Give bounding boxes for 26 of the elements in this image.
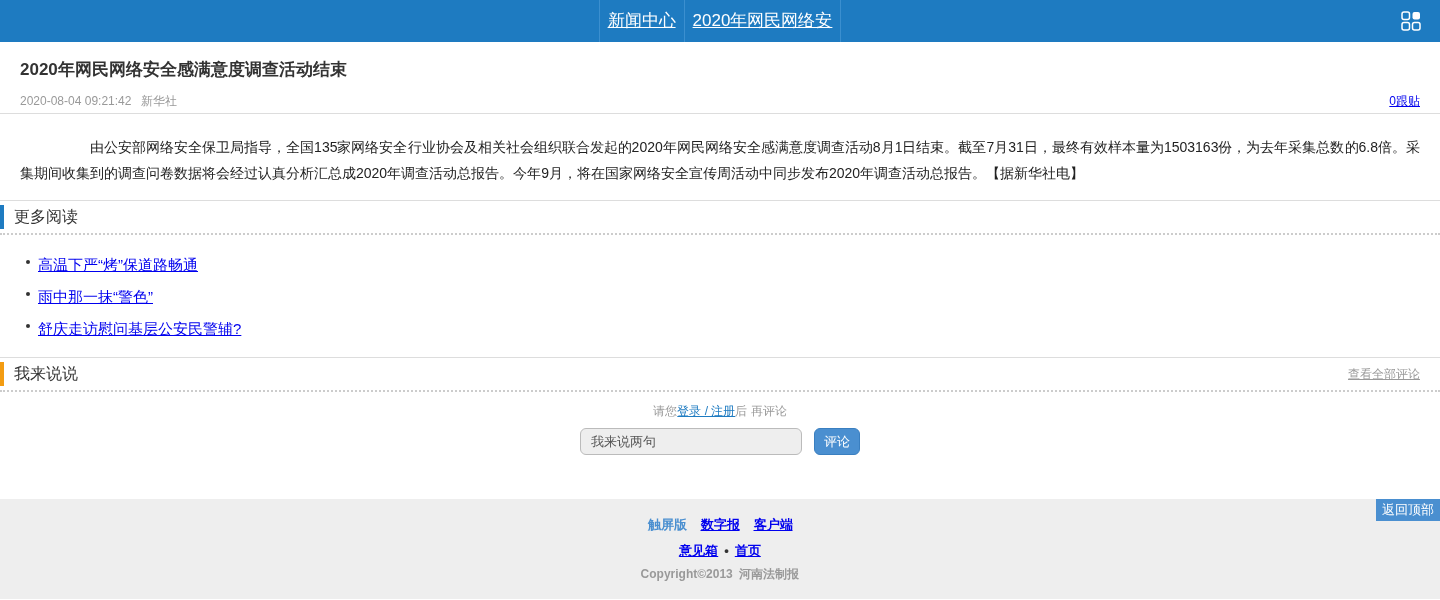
- article-title: 2020年网民网络安全感满意度调查活动结束: [20, 59, 348, 81]
- bullet-icon: [26, 324, 30, 328]
- section-title: 更多阅读: [14, 207, 79, 227]
- separator-dot: •: [724, 542, 729, 561]
- publish-date: 2020-08-04 09:21:42: [20, 93, 132, 110]
- replies-link[interactable]: 0跟贴: [1389, 92, 1420, 110]
- nav-link[interactable]: 2020年网民网络安: [684, 0, 842, 42]
- bullet-icon: [26, 260, 30, 264]
- section-title: 我来说说: [14, 364, 79, 384]
- footer-link[interactable]: 数字报: [700, 515, 740, 535]
- footer-link[interactable]: 首页: [734, 541, 761, 561]
- login-register-link[interactable]: 登录 / 注册: [677, 402, 736, 420]
- grid-menu-icon[interactable]: [1401, 11, 1421, 31]
- login-prompt-text: 后 再评论: [735, 403, 787, 420]
- source-label: 新华社: [141, 93, 178, 110]
- nav-link[interactable]: 新闻中心: [599, 0, 685, 42]
- related-article-link[interactable]: 雨中那一抹“警色”: [38, 285, 153, 309]
- related-article-link[interactable]: 高温下严“烤”保道路畅通: [38, 253, 198, 277]
- copyright-text: Copyright©2013 河南法制报: [640, 566, 800, 583]
- related-article-link[interactable]: 舒庆走访慰问基层公安民警辅?: [38, 317, 242, 341]
- footer-link[interactable]: 客户端: [753, 515, 793, 535]
- login-prompt-text: 请您: [653, 403, 678, 420]
- comment-input-field[interactable]: 我来说两句: [580, 428, 802, 455]
- bullet-icon: [26, 292, 30, 296]
- article-body: 由公安部网络安全保卫局指导，全国135家网络安全行业协会及相关社会组织联合发起的2020年网民网络安全感满意度调查活动8月1日结束。截至7月31日，最终有效样本量为1503163份，为去年采集总数的6.8倍。采集期间收集到的调查问卷数据将会经过认真分析汇总成2020年调查活动总报告。今年9月，将在国家网络安全宣传周活动中同步发布2020年调查活动总报告。【据新华社电】: [19, 138, 1421, 183]
- footer-link[interactable]: 意见箱: [679, 541, 719, 561]
